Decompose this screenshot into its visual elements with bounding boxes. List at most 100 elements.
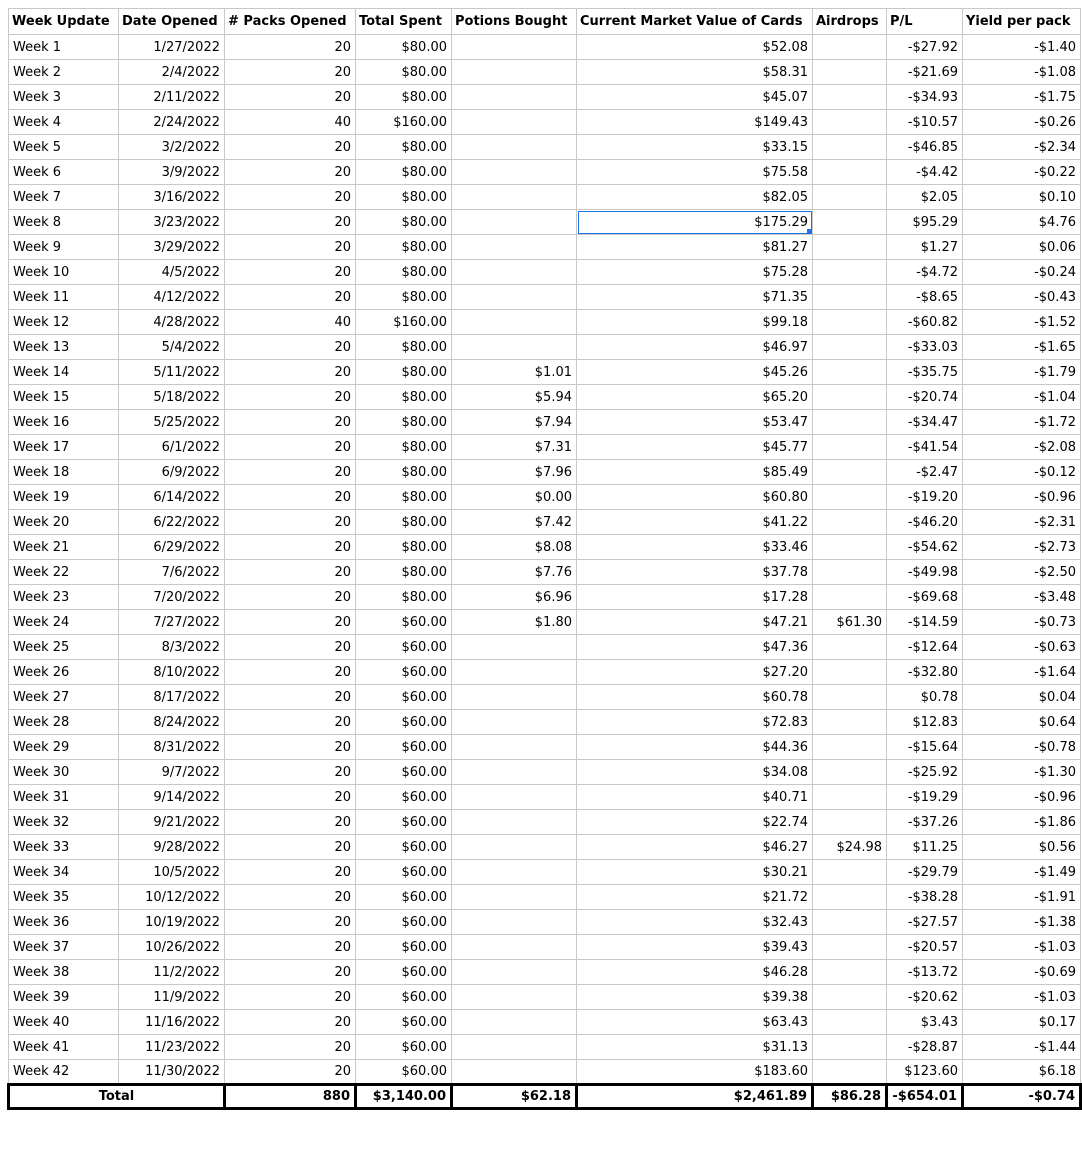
table-cell[interactable]: $33.46	[576, 534, 813, 560]
table-cell[interactable]: -$2.31	[962, 509, 1081, 535]
table-cell[interactable]	[812, 484, 887, 510]
table-cell[interactable]: 20	[224, 34, 356, 60]
table-cell[interactable]: $80.00	[355, 509, 452, 535]
table-cell[interactable]: 6/22/2022	[118, 509, 225, 535]
table-cell[interactable]: $60.00	[355, 659, 452, 685]
table-cell[interactable]: $45.07	[576, 84, 813, 110]
table-cell[interactable]: 8/17/2022	[118, 684, 225, 710]
table-cell[interactable]: -$20.74	[886, 384, 963, 410]
table-cell[interactable]: 11/16/2022	[118, 1009, 225, 1035]
table-cell[interactable]: $1.01	[451, 359, 577, 385]
table-cell[interactable]: -$46.85	[886, 134, 963, 160]
table-cell[interactable]: $60.78	[576, 684, 813, 710]
table-cell[interactable]: 3/9/2022	[118, 159, 225, 185]
table-cell[interactable]	[451, 809, 577, 835]
table-cell[interactable]: $5.94	[451, 384, 577, 410]
table-cell[interactable]: Week 42	[8, 1059, 119, 1085]
table-cell[interactable]: $7.31	[451, 434, 577, 460]
table-cell[interactable]: $37.78	[576, 559, 813, 585]
table-cell[interactable]: $40.71	[576, 784, 813, 810]
table-cell[interactable]: $81.27	[576, 234, 813, 260]
table-cell[interactable]: Week 15	[8, 384, 119, 410]
table-cell[interactable]: $60.00	[355, 884, 452, 910]
table-cell[interactable]: Week 14	[8, 359, 119, 385]
table-cell[interactable]: 20	[224, 184, 356, 210]
table-cell[interactable]: $75.58	[576, 159, 813, 185]
column-header[interactable]: Yield per pack	[962, 8, 1081, 35]
table-cell[interactable]	[812, 334, 887, 360]
table-cell[interactable]	[451, 134, 577, 160]
table-cell[interactable]: Week 18	[8, 459, 119, 485]
total-cell[interactable]: $86.28	[811, 1083, 888, 1110]
table-cell[interactable]	[451, 1059, 577, 1085]
table-cell[interactable]: 2/11/2022	[118, 84, 225, 110]
table-cell[interactable]: 20	[224, 1059, 356, 1085]
table-cell[interactable]: -$34.93	[886, 84, 963, 110]
table-cell[interactable]: 6/9/2022	[118, 459, 225, 485]
table-cell[interactable]: Week 39	[8, 984, 119, 1010]
table-cell[interactable]: $46.28	[576, 959, 813, 985]
table-cell[interactable]: -$37.26	[886, 809, 963, 835]
table-cell[interactable]: -$27.57	[886, 909, 963, 935]
table-cell[interactable]: -$12.64	[886, 634, 963, 660]
table-cell[interactable]: 10/12/2022	[118, 884, 225, 910]
table-cell[interactable]: -$41.54	[886, 434, 963, 460]
table-cell[interactable]: Week 28	[8, 709, 119, 735]
table-cell[interactable]: $30.21	[576, 859, 813, 885]
table-cell[interactable]: -$1.30	[962, 759, 1081, 785]
table-cell[interactable]	[451, 309, 577, 335]
table-cell[interactable]: 3/23/2022	[118, 209, 225, 235]
table-cell[interactable]: -$1.75	[962, 84, 1081, 110]
table-cell[interactable]: 20	[224, 234, 356, 260]
table-cell[interactable]: $7.42	[451, 509, 577, 535]
table-cell[interactable]: Week 24	[8, 609, 119, 635]
table-cell[interactable]	[812, 134, 887, 160]
column-header[interactable]: P/L	[886, 8, 963, 35]
table-cell[interactable]	[812, 409, 887, 435]
table-cell[interactable]: $99.18	[576, 309, 813, 335]
table-cell[interactable]: $80.00	[355, 459, 452, 485]
table-cell[interactable]: 6/1/2022	[118, 434, 225, 460]
table-cell[interactable]: 20	[224, 659, 356, 685]
table-cell[interactable]: $60.00	[355, 609, 452, 635]
column-header[interactable]: Airdrops	[812, 8, 887, 35]
table-cell[interactable]: 4/5/2022	[118, 259, 225, 285]
table-cell[interactable]: -$0.12	[962, 459, 1081, 485]
table-cell[interactable]: Week 26	[8, 659, 119, 685]
table-cell[interactable]: 20	[224, 584, 356, 610]
table-cell[interactable]: 20	[224, 259, 356, 285]
table-cell[interactable]: Week 21	[8, 534, 119, 560]
table-cell[interactable]: 20	[224, 809, 356, 835]
table-cell[interactable]: $80.00	[355, 534, 452, 560]
table-cell[interactable]: $41.22	[576, 509, 813, 535]
table-cell[interactable]: 7/20/2022	[118, 584, 225, 610]
table-cell[interactable]: $60.00	[355, 909, 452, 935]
table-cell[interactable]	[812, 84, 887, 110]
table-cell[interactable]: 8/3/2022	[118, 634, 225, 660]
table-cell[interactable]	[451, 1009, 577, 1035]
table-cell[interactable]: -$1.38	[962, 909, 1081, 935]
table-cell[interactable]	[451, 34, 577, 60]
table-cell[interactable]: $0.00	[451, 484, 577, 510]
table-cell[interactable]: Week 37	[8, 934, 119, 960]
table-cell[interactable]: 20	[224, 634, 356, 660]
table-cell[interactable]: $80.00	[355, 159, 452, 185]
table-cell[interactable]: 20	[224, 359, 356, 385]
table-cell[interactable]: $6.96	[451, 584, 577, 610]
table-cell[interactable]	[451, 659, 577, 685]
table-cell[interactable]: $80.00	[355, 559, 452, 585]
table-cell[interactable]	[451, 934, 577, 960]
table-cell[interactable]: Week 12	[8, 309, 119, 335]
table-cell[interactable]	[451, 334, 577, 360]
table-cell[interactable]: 20	[224, 484, 356, 510]
fill-handle[interactable]	[807, 229, 812, 234]
table-cell[interactable]: 5/4/2022	[118, 334, 225, 360]
table-cell[interactable]	[451, 734, 577, 760]
table-cell[interactable]: -$1.44	[962, 1034, 1081, 1060]
table-cell[interactable]: $60.00	[355, 634, 452, 660]
table-cell[interactable]: $60.00	[355, 859, 452, 885]
total-cell[interactable]: -$654.01	[885, 1083, 964, 1110]
table-cell[interactable]	[451, 834, 577, 860]
table-cell[interactable]: 8/10/2022	[118, 659, 225, 685]
table-cell[interactable]	[812, 784, 887, 810]
